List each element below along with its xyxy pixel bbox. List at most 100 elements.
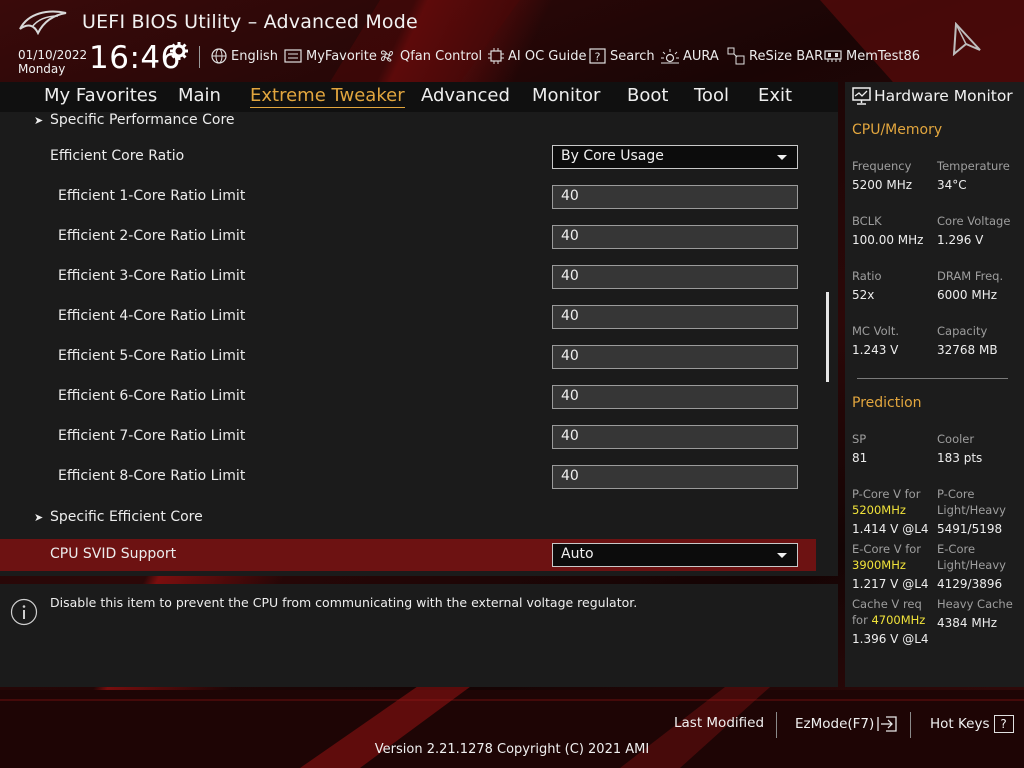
last-modified-label: Last Modified xyxy=(674,715,765,731)
svg-text:?: ? xyxy=(595,51,601,64)
ecore-v-label: E-Core V for 3900MHz xyxy=(852,541,921,573)
submenu-specific-efficient-core[interactable]: ➤ Specific Efficient Core xyxy=(0,502,816,534)
chevron-down-icon xyxy=(777,553,787,558)
setting-efficient-core-ratio[interactable]: Efficient Core Ratio By Core Usage xyxy=(0,141,816,173)
submenu-label: Specific Efficient Core xyxy=(50,509,203,525)
cache-v-label-1: Cache V req xyxy=(852,597,922,611)
efficient-core-ratio-dropdown[interactable]: By Core Usage xyxy=(552,145,798,169)
tab-monitor[interactable]: Monitor xyxy=(532,85,600,106)
toolbar-resize-bar[interactable]: ReSize BAR xyxy=(727,47,823,65)
toolbar-aura[interactable]: AURA xyxy=(661,47,719,65)
cooler-value: 183 pts xyxy=(937,451,983,465)
ecore-v-value: 1.217 V @L4 xyxy=(852,577,929,591)
monitor-icon xyxy=(852,87,871,105)
tab-boot[interactable]: Boot xyxy=(627,85,668,106)
ratio-limit-input[interactable]: 40 xyxy=(552,465,798,489)
favorite-icon xyxy=(284,49,302,63)
setting-efficient-6-core-ratio-limit[interactable]: Efficient 6-Core Ratio Limit 40 xyxy=(0,381,816,413)
chevron-down-icon xyxy=(777,155,787,160)
setting-cpu-svid-support[interactable]: CPU SVID Support Auto xyxy=(0,539,816,571)
gear-icon[interactable] xyxy=(170,42,188,60)
ratio-value: 52x xyxy=(852,288,875,302)
setting-label: Efficient Core Ratio xyxy=(50,148,185,164)
setting-label: CPU SVID Support xyxy=(50,546,177,562)
tab-my-favorites[interactable]: My Favorites xyxy=(44,85,157,106)
dram-freq-label: DRAM Freq. xyxy=(937,269,1004,283)
ecore-light-heavy-value: 4129/3896 xyxy=(937,577,1003,591)
hot-keys-button[interactable]: Hot Keys ? xyxy=(930,715,1014,733)
setting-label: Efficient 5-Core Ratio Limit xyxy=(58,348,246,364)
ratio-limit-input[interactable]: 40 xyxy=(552,425,798,449)
setting-efficient-4-core-ratio-limit[interactable]: Efficient 4-Core Ratio Limit 40 xyxy=(0,301,816,333)
toolbar-resize-bar-label: ReSize BAR xyxy=(749,48,824,64)
toolbar-qfan-label: Qfan Control xyxy=(400,48,483,64)
cache-v-freq: 4700MHz xyxy=(871,613,926,627)
ratio-limit-input[interactable]: 40 xyxy=(552,265,798,289)
setting-efficient-1-core-ratio-limit[interactable]: Efficient 1-Core Ratio Limit 40 xyxy=(0,181,816,213)
globe-icon xyxy=(211,48,227,64)
toolbar-qfan[interactable]: Qfan Control xyxy=(378,47,482,65)
tab-advanced[interactable]: Advanced xyxy=(421,85,510,106)
submenu-specific-performance-core[interactable]: ➤ Specific Performance Core xyxy=(0,105,816,137)
ratio-limit-input[interactable]: 40 xyxy=(552,385,798,409)
setting-efficient-2-core-ratio-limit[interactable]: Efficient 2-Core Ratio Limit 40 xyxy=(0,221,816,253)
toolbar-myfavorite[interactable]: MyFavorite xyxy=(284,47,377,65)
ecore-lh-label-2: Light/Heavy xyxy=(937,558,1006,572)
tab-tool[interactable]: Tool xyxy=(694,85,729,106)
setting-label: Efficient 2-Core Ratio Limit xyxy=(58,228,246,244)
date-display: 01/10/2022 Monday xyxy=(18,48,87,76)
last-modified-button[interactable]: Last Modified xyxy=(674,715,764,731)
frequency-value: 5200 MHz xyxy=(852,178,913,192)
toolbar-memtest-label: MemTest86 xyxy=(846,48,921,64)
clock: 16:46 xyxy=(89,40,181,76)
ratio-limit-input[interactable]: 40 xyxy=(552,345,798,369)
toolbar-myfavorite-label: MyFavorite xyxy=(306,48,377,64)
tab-exit[interactable]: Exit xyxy=(758,85,792,106)
setting-efficient-7-core-ratio-limit[interactable]: Efficient 7-Core Ratio Limit 40 xyxy=(0,421,816,453)
settings-scrollbar[interactable] xyxy=(826,292,829,382)
question-key-icon: ? xyxy=(993,715,1014,733)
cpu-svid-support-dropdown[interactable]: Auto xyxy=(552,543,798,567)
pcore-v-label: P-Core V for 5200MHz xyxy=(852,486,920,518)
pcore-lh-label-1: P-Core xyxy=(937,487,975,501)
rog-logo-icon xyxy=(19,10,67,35)
help-panel: Disable this item to prevent the CPU fro… xyxy=(0,584,838,687)
toolbar-search-label: Search xyxy=(610,48,655,64)
section-prediction: Prediction xyxy=(852,395,922,411)
toolbar-search[interactable]: ? Search xyxy=(589,47,655,65)
footer-separator xyxy=(910,712,911,738)
toolbar-language[interactable]: English xyxy=(211,47,278,65)
ezmode-button[interactable]: EzMode(F7) xyxy=(795,715,898,733)
capacity-value: 32768 MB xyxy=(937,343,998,357)
toolbar-separator xyxy=(199,46,200,68)
toolbar-aura-label: AURA xyxy=(683,48,719,64)
frequency-label: Frequency xyxy=(852,159,912,173)
aura-icon xyxy=(661,49,679,64)
setting-label: Efficient 1-Core Ratio Limit xyxy=(58,188,246,204)
setting-efficient-5-core-ratio-limit[interactable]: Efficient 5-Core Ratio Limit 40 xyxy=(0,341,816,373)
capacity-label: Capacity xyxy=(937,324,988,338)
footer-separator xyxy=(776,712,777,738)
info-icon xyxy=(10,598,38,626)
hot-keys-label: Hot Keys xyxy=(930,716,990,732)
dropdown-value: By Core Usage xyxy=(561,148,664,164)
ratio-limit-input[interactable]: 40 xyxy=(552,225,798,249)
exit-arrow-icon xyxy=(877,716,897,732)
setting-efficient-3-core-ratio-limit[interactable]: Efficient 3-Core Ratio Limit 40 xyxy=(0,261,816,293)
tab-main[interactable]: Main xyxy=(178,85,221,106)
ezmode-label: EzMode(F7) xyxy=(795,716,875,732)
day-text: Monday xyxy=(18,62,66,76)
ratio-limit-input[interactable]: 40 xyxy=(552,185,798,209)
setting-efficient-8-core-ratio-limit[interactable]: Efficient 8-Core Ratio Limit 40 xyxy=(0,461,816,493)
toolbar-ai-oc-guide[interactable]: AI OC Guide xyxy=(488,47,586,65)
section-divider xyxy=(857,378,1008,379)
mc-volt-label: MC Volt. xyxy=(852,324,899,338)
cache-v-label-2: for xyxy=(852,613,868,627)
heavy-cache-label: Heavy Cache xyxy=(937,597,1013,611)
pcore-v-freq: 5200MHz xyxy=(852,503,906,517)
ecore-v-label-text: E-Core V for xyxy=(852,542,922,556)
toolbar-memtest[interactable]: MemTest86 xyxy=(824,47,920,65)
ratio-limit-input[interactable]: 40 xyxy=(552,305,798,329)
submenu-arrow-icon: ➤ xyxy=(34,114,44,127)
cooler-label: Cooler xyxy=(937,432,975,446)
